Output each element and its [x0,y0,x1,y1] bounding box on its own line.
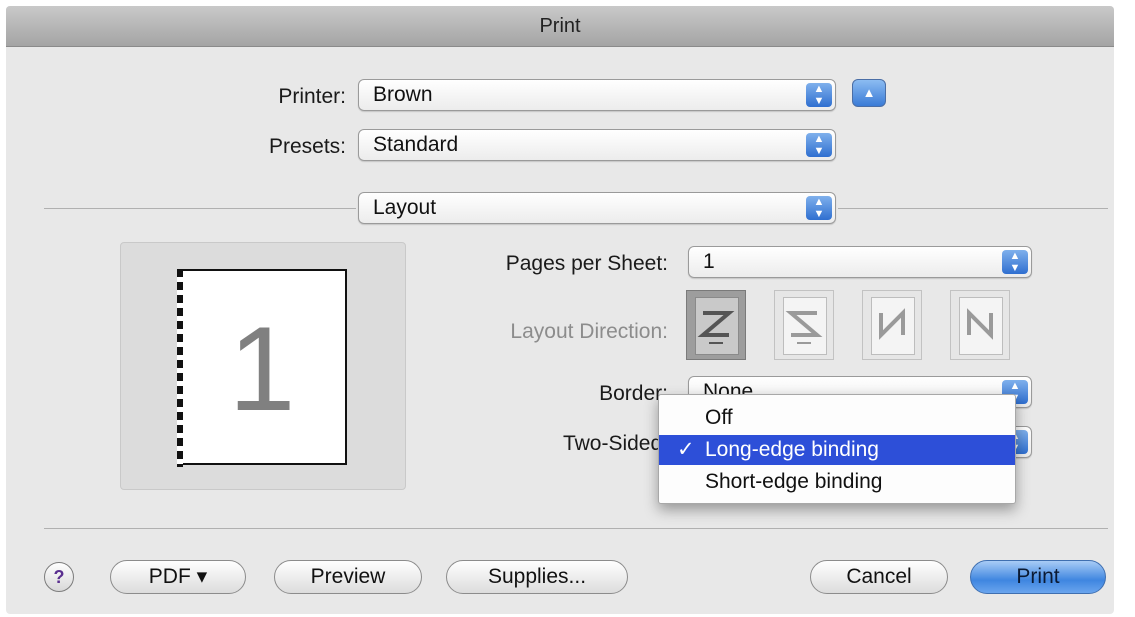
layout-direction-option-1 [686,290,746,360]
title-bar: Print [6,6,1114,47]
cancel-button[interactable]: Cancel [810,560,948,594]
updown-arrows-icon: ▲▼ [806,83,832,107]
layout-direction-option-3 [862,290,922,360]
preview-sheet: 1 [177,269,347,467]
two-sided-menu: Off ✓ Long-edge binding Short-edge bindi… [658,394,1016,504]
layout-direction-label: Layout Direction: [510,320,668,343]
presets-select[interactable]: Standard ▲ ▼ [358,129,836,161]
menu-item-long-edge-binding[interactable]: ✓ Long-edge binding [659,435,1015,465]
print-button[interactable]: Print [970,560,1106,594]
printer-value: Brown [373,83,433,106]
menu-item-label: Short-edge binding [705,470,883,493]
reverse-n-order-icon [967,308,993,340]
preview-page-number: 1 [228,302,296,436]
menu-item-off[interactable]: Off [659,403,1015,433]
help-button[interactable]: ? [44,562,74,592]
menu-item-label: Long-edge binding [705,438,879,461]
triangle-up-icon: ▲ [862,85,876,100]
window-title: Print [539,15,581,37]
updown-arrows-icon: ▲▼ [806,196,832,220]
section-divider-right [838,208,1108,209]
presets-value: Standard [373,133,459,156]
presets-label: Presets: [268,135,346,158]
pdf-button[interactable]: PDF ▾ [110,560,246,594]
bottom-divider [44,528,1108,529]
updown-arrows-icon: ▲▼ [1002,250,1028,274]
z-order-icon [697,311,735,344]
n-order-icon [879,308,905,340]
menu-item-short-edge-binding[interactable]: Short-edge binding [659,467,1015,497]
collapse-details-button[interactable]: ▲ [852,79,886,107]
section-select[interactable]: Layout ▲ ▼ [358,192,836,224]
preview-button[interactable]: Preview [274,560,422,594]
two-sided-label: Two-Sided: [562,432,668,455]
layout-direction-option-2 [774,290,834,360]
pages-per-sheet-value: 1 [703,250,715,273]
pages-per-sheet-select[interactable]: 1 ▲ ▼ [688,246,1032,278]
section-value: Layout [373,196,437,219]
layout-direction-option-4 [950,290,1010,360]
menu-item-label: Off [705,406,733,429]
checkmark-icon: ✓ [677,438,695,461]
reverse-z-order-icon [785,311,823,344]
updown-arrows-icon: ▲▼ [806,133,832,157]
printer-select[interactable]: Brown ▲ ▼ [358,79,836,111]
print-dialog: Print Printer: Brown ▲ ▼ ▲ Presets: Stand… [6,6,1114,614]
printer-label: Printer: [278,85,346,108]
supplies-button[interactable]: Supplies... [446,560,628,594]
page-preview: 1 [120,242,406,490]
pages-per-sheet-label: Pages per Sheet: [505,252,668,275]
section-divider-left [44,208,356,209]
